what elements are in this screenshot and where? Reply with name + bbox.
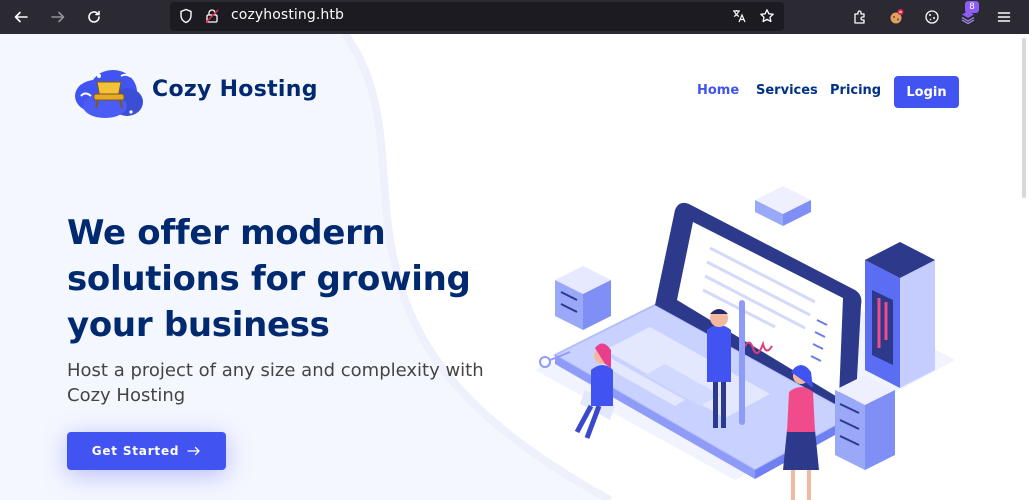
hamburger-menu-icon: [997, 12, 1011, 22]
insecure-lock-icon[interactable]: [204, 8, 220, 24]
arrow-right-icon: [187, 446, 200, 456]
nav-pricing[interactable]: Pricing: [830, 83, 881, 98]
reload-button[interactable]: [82, 5, 106, 29]
url-text[interactable]: cozyhosting.htb: [231, 7, 344, 23]
url-bar[interactable]: cozyhosting.htb: [170, 2, 784, 31]
cookie-extension-button[interactable]: [884, 5, 908, 29]
get-started-button[interactable]: Get Started: [67, 432, 226, 470]
back-arrow-icon: [14, 11, 28, 23]
login-button[interactable]: Login: [894, 76, 959, 108]
cookie-blocked-icon: [890, 9, 904, 24]
back-button[interactable]: [9, 5, 33, 29]
cookie-manager-button[interactable]: [920, 5, 944, 29]
menu-button[interactable]: [992, 5, 1016, 29]
brand-name[interactable]: Cozy Hosting: [152, 77, 318, 102]
hero-title: We offer modern solutions for growing yo…: [67, 213, 471, 345]
webpage: Cozy Hosting Home Services Pricing Login…: [0, 34, 1029, 500]
get-started-label: Get Started: [91, 444, 180, 458]
forward-button[interactable]: [46, 5, 70, 29]
forward-arrow-icon: [51, 11, 65, 23]
hero-subtitle: Host a project of any size and complexit…: [67, 360, 484, 406]
shield-icon[interactable]: [178, 8, 194, 24]
browser-toolbar: cozyhosting.htb 8: [0, 0, 1029, 34]
cozy-hosting-logo[interactable]: [73, 62, 145, 120]
hero-illustration: [535, 186, 955, 500]
nav-services[interactable]: Services: [756, 83, 818, 98]
reload-icon: [88, 10, 100, 23]
cookie-icon: [925, 10, 939, 24]
puzzle-icon: [854, 10, 865, 24]
translate-icon[interactable]: [731, 8, 747, 24]
extension-badge: 8: [965, 1, 979, 13]
bookmark-star-icon[interactable]: [759, 8, 775, 24]
nav-home[interactable]: Home: [697, 83, 739, 98]
extensions-button[interactable]: [848, 5, 872, 29]
